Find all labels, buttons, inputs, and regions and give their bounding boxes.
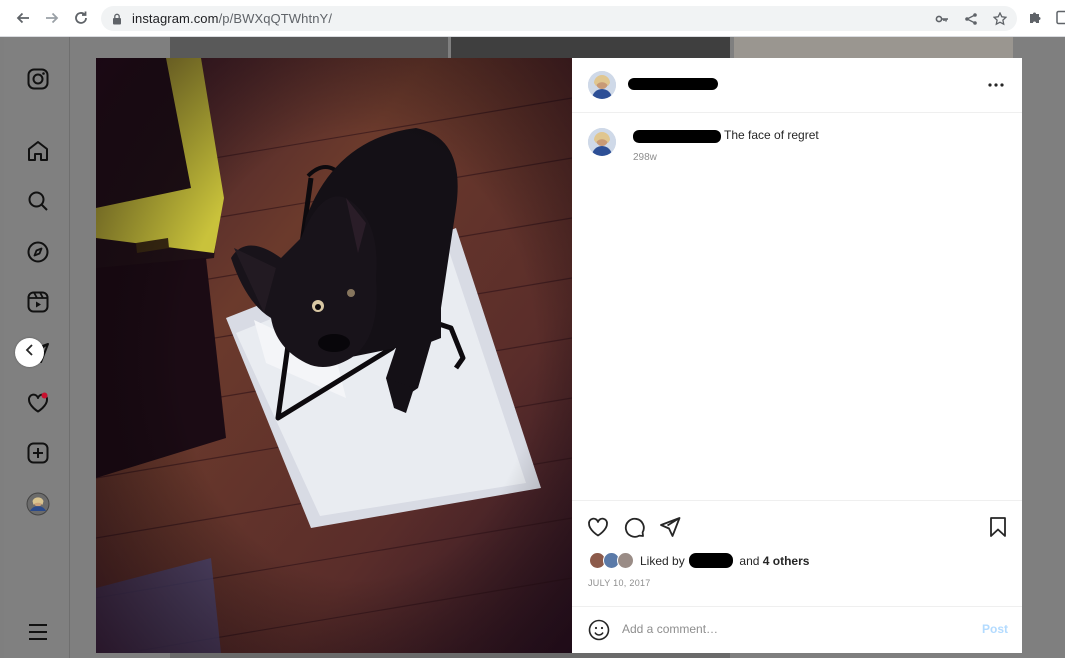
extensions-puzzle-icon[interactable] bbox=[1028, 10, 1043, 30]
share-icon[interactable] bbox=[963, 11, 979, 27]
url-path: /p/BWXqQTWhtnY/ bbox=[218, 11, 333, 26]
redacted-username bbox=[628, 78, 718, 90]
actions-divider bbox=[572, 500, 1022, 501]
url-domain: instagram.com bbox=[132, 11, 219, 26]
comment-input[interactable] bbox=[622, 617, 962, 641]
previous-post-button[interactable] bbox=[15, 338, 44, 367]
like-icon[interactable] bbox=[586, 515, 610, 539]
emoji-icon[interactable] bbox=[588, 619, 610, 641]
create-icon[interactable] bbox=[26, 441, 50, 465]
redacted-liker-name bbox=[689, 553, 733, 568]
liked-by-label: Liked by bbox=[640, 554, 685, 568]
save-icon[interactable] bbox=[986, 515, 1010, 539]
profile-avatar[interactable] bbox=[26, 492, 50, 516]
post-header bbox=[572, 58, 1022, 113]
redacted-caption-username bbox=[633, 130, 721, 143]
side-panel-icon[interactable] bbox=[1056, 10, 1065, 30]
bookmark-star-icon[interactable] bbox=[992, 11, 1008, 27]
instagram-logo-icon[interactable] bbox=[26, 67, 50, 91]
url-text: instagram.com/p/BWXqQTWhtnY/ bbox=[132, 11, 332, 26]
background-thumbnail bbox=[451, 37, 730, 58]
home-icon[interactable] bbox=[26, 139, 50, 163]
caption-author-avatar[interactable] bbox=[588, 128, 616, 156]
author-avatar[interactable] bbox=[588, 71, 616, 99]
menu-icon[interactable] bbox=[26, 620, 50, 644]
key-icon[interactable] bbox=[934, 11, 950, 27]
post-comment-button[interactable]: Post bbox=[982, 622, 1008, 636]
post-date[interactable]: JULY 10, 2017 bbox=[588, 578, 651, 588]
background-thumbnail bbox=[170, 37, 448, 58]
back-arrow-icon[interactable] bbox=[13, 8, 33, 28]
reload-icon[interactable] bbox=[71, 8, 91, 28]
liked-by-and: and bbox=[739, 554, 760, 568]
caption-text: The face of regret bbox=[724, 128, 819, 142]
share-icon[interactable] bbox=[658, 515, 682, 539]
lock-icon bbox=[112, 12, 122, 30]
liked-by-others-link[interactable]: 4 others bbox=[763, 554, 810, 568]
background-thumbnail bbox=[734, 37, 1013, 58]
explore-icon[interactable] bbox=[26, 240, 50, 264]
comment-icon[interactable] bbox=[622, 515, 646, 539]
chevron-left-icon bbox=[23, 343, 37, 362]
address-bar[interactable]: instagram.com/p/BWXqQTWhtnY/ bbox=[101, 6, 1017, 31]
more-options-icon[interactable] bbox=[986, 75, 1006, 95]
search-icon[interactable] bbox=[26, 189, 50, 213]
post-photo[interactable] bbox=[96, 58, 572, 653]
notifications-heart-icon[interactable] bbox=[26, 391, 50, 415]
post-details-panel: The face of regret 298w Liked by and 4 o… bbox=[572, 58, 1022, 653]
browser-toolbar: instagram.com/p/BWXqQTWhtnY/ bbox=[0, 0, 1065, 37]
liker-avatar[interactable] bbox=[617, 552, 634, 569]
caption-timestamp[interactable]: 298w bbox=[633, 152, 657, 163]
reels-icon[interactable] bbox=[26, 290, 50, 314]
comment-bar: Post bbox=[572, 606, 1022, 653]
dog-photo-illustration bbox=[96, 58, 572, 653]
forward-arrow-icon[interactable] bbox=[42, 8, 62, 28]
